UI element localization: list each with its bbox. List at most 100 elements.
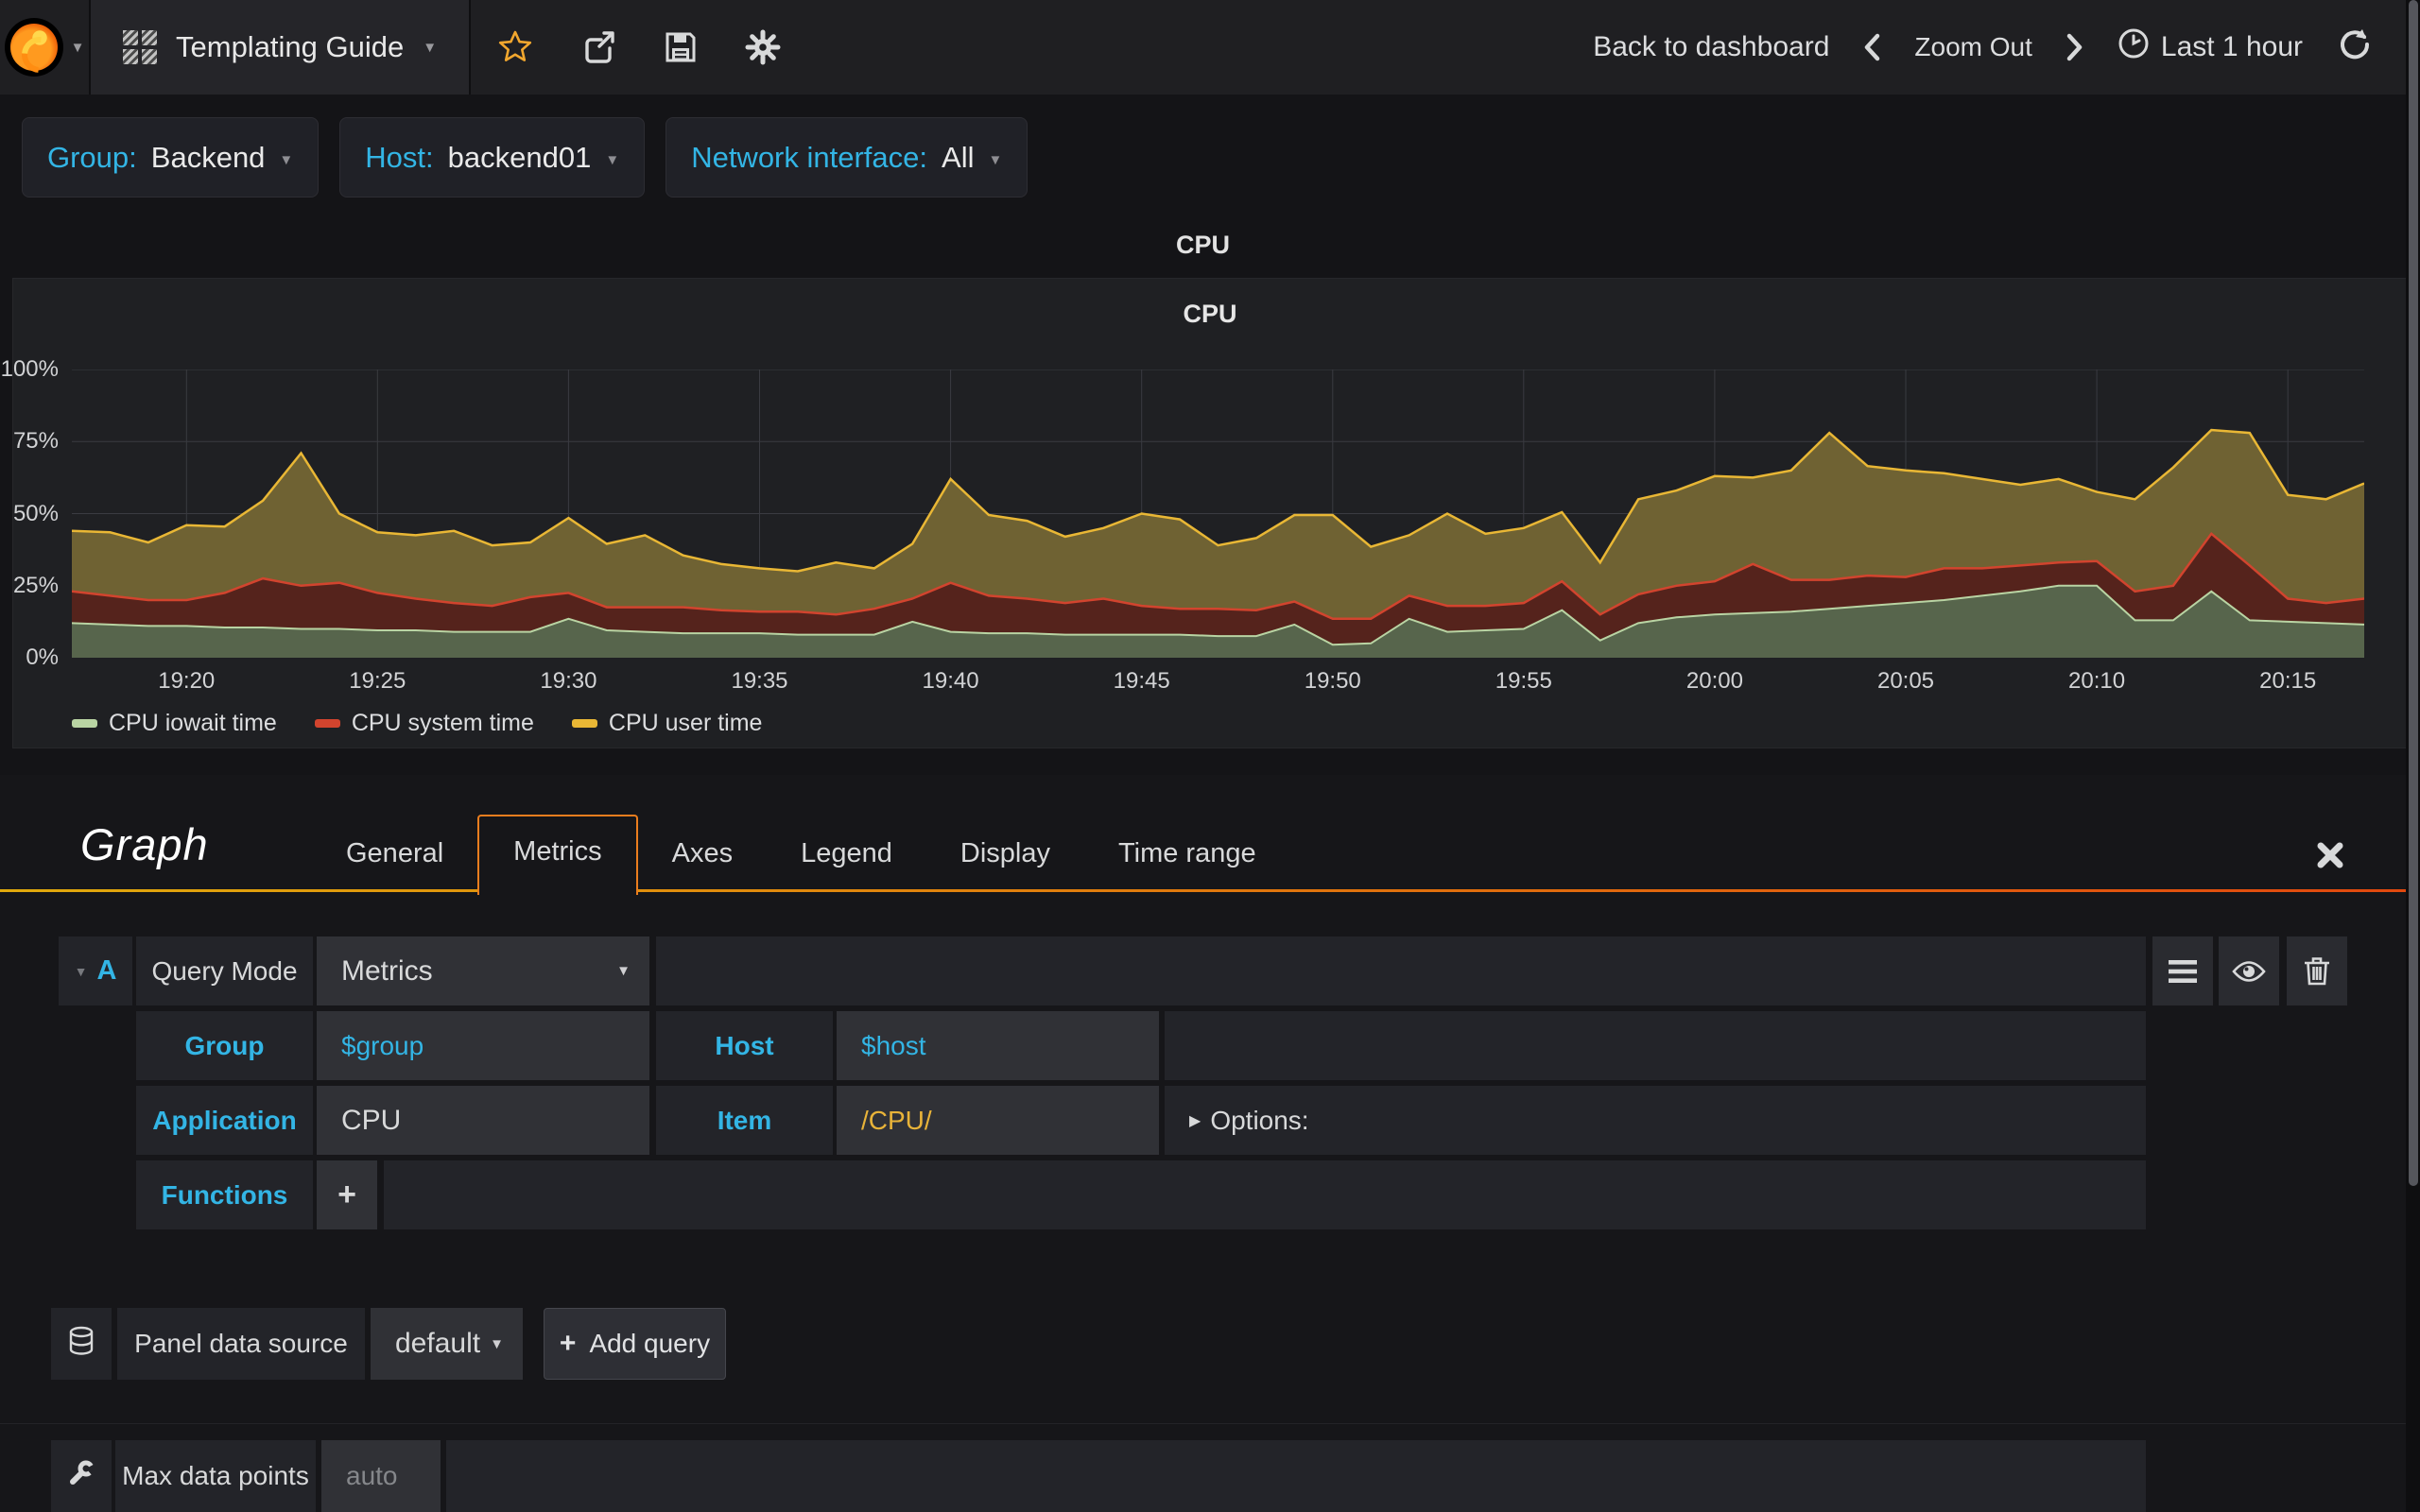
zoom-out-button[interactable]: Zoom Out	[1914, 32, 2031, 62]
query-mode-select[interactable]: Metrics ▼	[317, 936, 649, 1005]
legend-swatch-icon	[72, 719, 97, 728]
variable-group[interactable]: Group: Backend ▼	[22, 117, 320, 198]
x-tick-label: 19:45	[1113, 668, 1170, 694]
legend-label: CPU system time	[351, 710, 534, 736]
item-field-value: /CPU/	[861, 1105, 932, 1135]
panel-datasource-label: Panel data source	[117, 1308, 365, 1380]
tab-general[interactable]: General	[312, 823, 477, 892]
host-row-spacer	[1165, 1011, 2146, 1080]
tab-metrics[interactable]: Metrics	[477, 815, 638, 895]
query-menu-button[interactable]	[2152, 936, 2213, 1005]
variable-label: Network interface:	[691, 140, 928, 174]
x-tick-label: 20:05	[1876, 668, 1935, 694]
query-delete-button[interactable]	[2287, 936, 2347, 1005]
variable-label: Host:	[365, 140, 434, 174]
panel-datasource-select[interactable]: default ▼	[371, 1308, 523, 1380]
wrench-icon	[67, 1459, 95, 1494]
query-mode-value: Metrics	[341, 954, 433, 987]
legend-item[interactable]: CPU system time	[314, 710, 534, 737]
host-field-value: $host	[861, 1030, 926, 1060]
add-function-button[interactable]: +	[317, 1160, 377, 1229]
section-divider	[0, 1423, 2406, 1424]
legend-item[interactable]: CPU user time	[571, 710, 763, 737]
editor-tabs: General Metrics Axes Legend Display Time rang…	[312, 815, 1290, 895]
add-query-label: Add query	[589, 1329, 711, 1358]
x-tick-label: 19:35	[731, 668, 788, 694]
gear-icon[interactable]	[745, 29, 781, 65]
query-collapse-toggle[interactable]: ▼ A	[59, 936, 132, 1005]
back-to-dashboard-button[interactable]: Back to dashboard	[1593, 31, 1829, 63]
dashboard-grid-icon	[123, 30, 157, 64]
chevron-down-icon: ▼	[490, 1335, 504, 1352]
tab-display[interactable]: Display	[926, 823, 1084, 892]
chevron-down-icon: ▼	[423, 39, 438, 56]
tab-axes[interactable]: Axes	[638, 823, 767, 892]
variable-host[interactable]: Host: backend01 ▼	[339, 117, 646, 198]
x-tick-label: 19:50	[1304, 668, 1361, 694]
tab-legend[interactable]: Legend	[767, 823, 926, 892]
x-tick-label: 19:30	[540, 668, 597, 694]
chevron-down-icon: ▼	[279, 152, 294, 168]
group-field-label: Group	[136, 1011, 313, 1080]
grafana-menu[interactable]: ▼	[0, 0, 91, 94]
star-icon[interactable]	[497, 29, 533, 65]
dashboard-title-menu[interactable]: Templating Guide ▼	[91, 0, 472, 94]
grafana-logo-icon	[4, 18, 63, 77]
panel-title[interactable]: CPU	[13, 300, 2407, 329]
host-field[interactable]: $host	[837, 1011, 1159, 1080]
template-variables: Group: Backend ▼ Host: backend01 ▼ Netwo…	[22, 117, 1028, 198]
variable-network-interface[interactable]: Network interface: All ▼	[666, 117, 1028, 198]
time-picker[interactable]: Last 1 hour	[2118, 27, 2303, 67]
item-field[interactable]: /CPU/	[837, 1086, 1159, 1155]
query-letter: A	[96, 955, 117, 986]
time-range-label: Last 1 hour	[2160, 31, 2303, 62]
group-field[interactable]: $group	[317, 1011, 649, 1080]
navbar: ▼ Templating Guide ▼ Back to dashboard Z…	[0, 0, 2420, 94]
options-toggle[interactable]: ▶ Options:	[1165, 1086, 2146, 1155]
query-row-spacer	[656, 936, 2146, 1005]
panel-datasource-value: default	[395, 1328, 481, 1359]
chevron-down-icon: ▼	[70, 39, 85, 56]
add-query-button[interactable]: + Add query	[544, 1308, 726, 1380]
scrollbar-thumb[interactable]	[2409, 0, 2418, 1186]
save-icon[interactable]	[664, 30, 698, 64]
max-data-points-input[interactable]	[346, 1440, 422, 1512]
group-field-value: $group	[341, 1030, 424, 1060]
chevron-down-icon: ▼	[605, 152, 620, 168]
chevron-left-icon[interactable]	[1863, 33, 1880, 61]
x-tick-label: 20:00	[1685, 668, 1743, 694]
scrollbar-track[interactable]	[2406, 0, 2420, 1512]
x-tick-label: 20:15	[2259, 668, 2317, 694]
refresh-icon[interactable]	[2337, 26, 2371, 68]
variable-value: All	[942, 140, 975, 174]
y-axis: 0% 25% 50% 75% 100%	[1, 356, 62, 670]
x-tick-label: 19:40	[922, 668, 979, 694]
y-tick-label: 50%	[12, 500, 59, 526]
query-toggle-visibility-button[interactable]	[2219, 936, 2279, 1005]
legend-label: CPU iowait time	[109, 710, 277, 736]
query-mode-label: Query Mode	[136, 936, 313, 1005]
functions-row-spacer	[384, 1160, 2146, 1229]
y-tick-label: 75%	[12, 428, 59, 455]
chevron-right-icon[interactable]	[2066, 33, 2083, 61]
share-icon[interactable]	[580, 29, 616, 65]
functions-label: Functions	[136, 1160, 313, 1229]
database-icon	[66, 1326, 96, 1363]
chart-legend: CPU iowait time CPU system time CPU user t…	[72, 710, 762, 737]
close-icon[interactable]	[2316, 841, 2344, 874]
editor-tab-bar: General Metrics Axes Legend Display Time rang…	[0, 815, 2406, 895]
legend-item[interactable]: CPU iowait time	[72, 710, 277, 737]
variable-value: Backend	[150, 140, 266, 174]
x-tick-label: 19:25	[349, 668, 406, 694]
legend-label: CPU user time	[608, 710, 763, 736]
options-label: Options:	[1210, 1105, 1309, 1135]
tab-time-range[interactable]: Time range	[1084, 823, 1290, 892]
max-data-points-label: Max data points	[115, 1440, 316, 1512]
x-tick-label: 19:20	[158, 668, 216, 694]
application-field[interactable]: CPU	[317, 1086, 649, 1155]
legend-swatch-icon	[571, 719, 597, 728]
max-data-points-input-cell[interactable]	[321, 1440, 441, 1512]
y-tick-label: 0%	[26, 644, 59, 670]
dashboard-title: Templating Guide	[176, 30, 405, 63]
chart-plot-area[interactable]	[72, 369, 2364, 658]
